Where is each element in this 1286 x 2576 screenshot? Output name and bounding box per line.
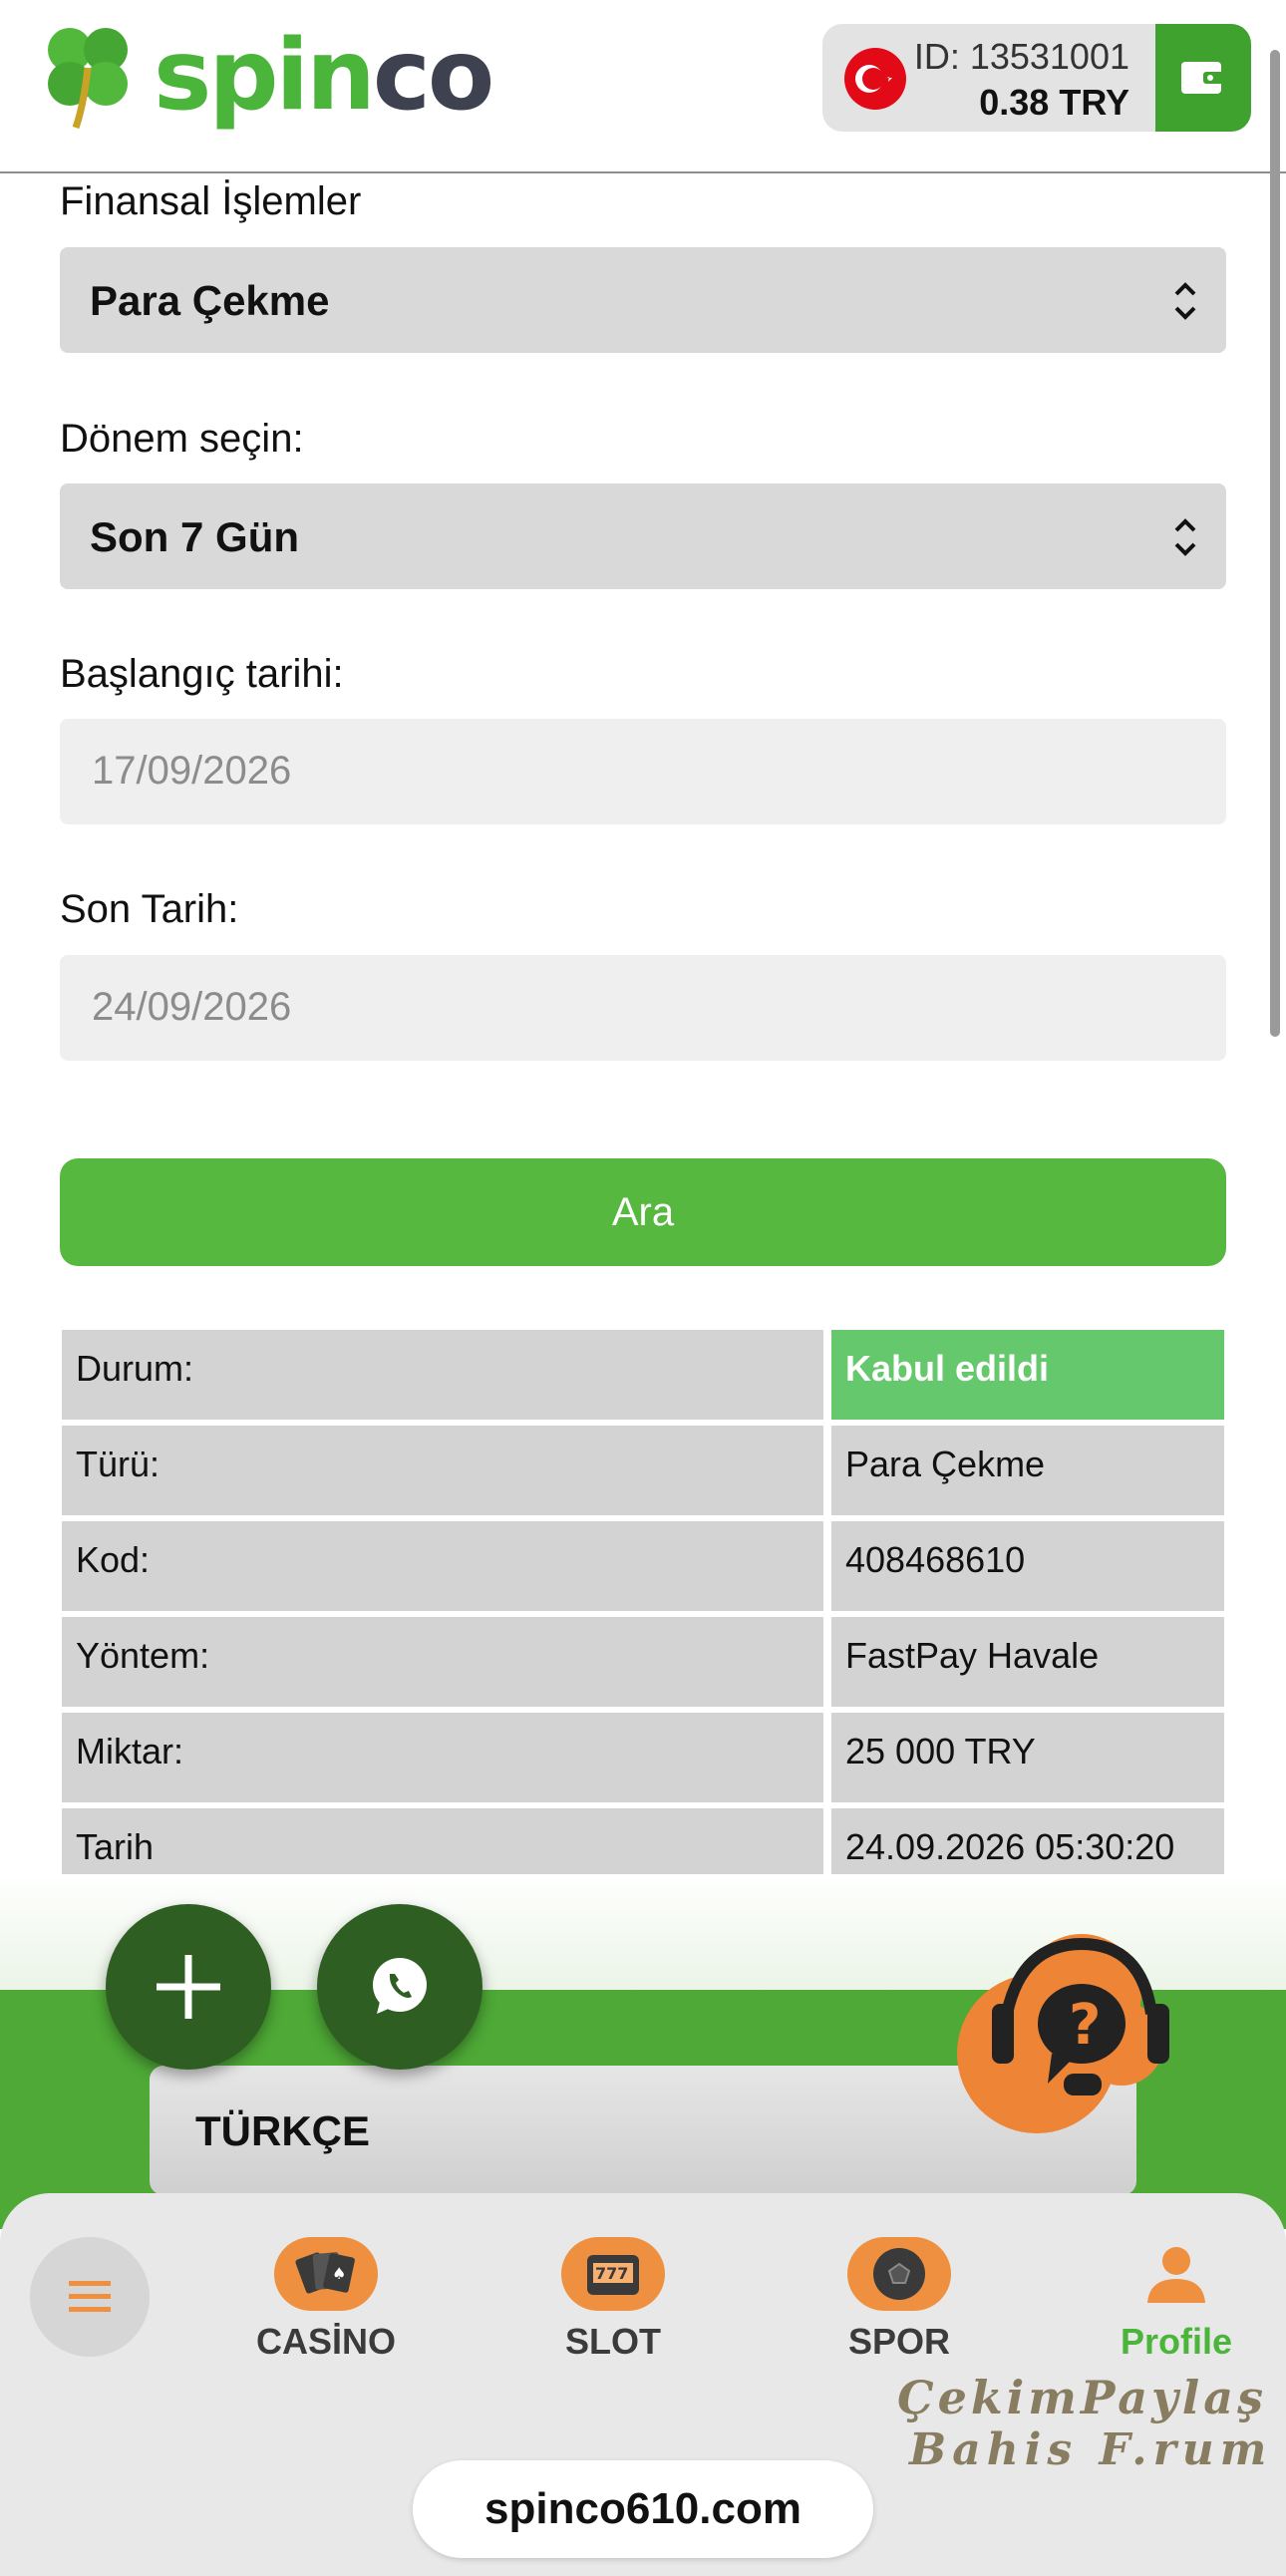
method-value: FastPay Havale <box>831 1617 1224 1707</box>
scrollbar[interactable] <box>1270 50 1280 1037</box>
status-label: Durum: <box>62 1330 823 1420</box>
cards-icon: ♠ <box>274 2237 378 2311</box>
url-bar[interactable]: spinco610.com <box>413 2460 873 2558</box>
watermark: ÇekimPaylaş Bahis F.rum <box>897 2371 1273 2475</box>
financial-ops-value: Para Çekme <box>90 277 330 324</box>
svg-text:777: 777 <box>595 2264 628 2283</box>
amount-value: 25 000 TRY <box>831 1713 1224 1802</box>
soccer-ball-icon <box>847 2237 951 2311</box>
user-id: ID: 13531001 <box>913 36 1129 77</box>
period-select[interactable]: Son 7 Gün <box>60 483 1226 589</box>
user-icon <box>1125 2237 1228 2311</box>
code-value: 408468610 <box>831 1521 1224 1611</box>
whatsapp-icon <box>373 1958 427 2014</box>
end-date-label: Son Tarih: <box>60 887 239 931</box>
end-date-field[interactable]: 24/09/2026 <box>60 955 1226 1061</box>
type-value: Para Çekme <box>831 1426 1224 1515</box>
period-label: Dönem seçin: <box>60 417 304 461</box>
status-badge: Kabul edildi <box>831 1330 1224 1420</box>
search-button[interactable]: Ara <box>60 1158 1226 1266</box>
svg-text:?: ? <box>1069 1993 1101 2058</box>
add-button[interactable] <box>106 1904 271 2070</box>
table-row: Durum: Kabul edildi <box>62 1330 1224 1426</box>
chevron-updown-icon <box>1174 518 1196 556</box>
chevron-updown-icon <box>1174 282 1196 320</box>
plus-icon <box>157 1955 220 2019</box>
whatsapp-button[interactable] <box>317 1904 482 2070</box>
wallet-button[interactable] <box>1155 24 1251 132</box>
balance-amount: 0.38 TRY <box>979 82 1129 123</box>
nav-label-profile: Profile <box>1120 2321 1233 2362</box>
menu-button[interactable] <box>30 2237 150 2357</box>
wallet-icon <box>1181 62 1225 94</box>
start-date-field[interactable]: 17/09/2026 <box>60 719 1226 824</box>
table-row: Miktar: 25 000 TRY <box>62 1713 1224 1808</box>
svg-text:♠: ♠ <box>332 2264 346 2283</box>
header: spinco ID: 13531001 0.38 TRY <box>0 0 1286 173</box>
nav-item-casino[interactable]: ♠ CASİNO <box>226 2237 426 2363</box>
type-label: Türü: <box>62 1426 823 1515</box>
amount-label: Miktar: <box>62 1713 823 1802</box>
turkey-flag-icon <box>844 48 906 110</box>
hamburger-icon <box>69 2281 111 2312</box>
nav-item-slot[interactable]: 777 SLOT <box>513 2237 713 2363</box>
table-row: Türü: Para Çekme <box>62 1426 1224 1521</box>
table-row: Yöntem: FastPay Havale <box>62 1617 1224 1713</box>
start-date-value: 17/09/2026 <box>92 749 292 793</box>
start-date-label: Başlangıç tarihi: <box>60 652 344 696</box>
nav-label-slot: SLOT <box>565 2321 661 2362</box>
financial-ops-select[interactable]: Para Çekme <box>60 247 1226 353</box>
period-value: Son 7 Gün <box>90 513 299 560</box>
financial-ops-label: Finansal İşlemler <box>60 179 362 223</box>
nav-item-profile[interactable]: Profile <box>1077 2237 1276 2363</box>
transaction-table: Durum: Kabul edildi Türü: Para Çekme Kod… <box>62 1330 1224 1904</box>
support-help-icon[interactable]: ? <box>952 1924 1181 2143</box>
spinco-logo[interactable]: spinco <box>36 19 494 133</box>
logo-text: spinco <box>154 19 494 133</box>
nav-label-casino: CASİNO <box>255 2321 396 2362</box>
slot-machine-icon: 777 <box>561 2237 665 2311</box>
nav-item-sport[interactable]: SPOR <box>800 2237 999 2363</box>
table-row: Kod: 408468610 <box>62 1521 1224 1617</box>
end-date-value: 24/09/2026 <box>92 985 292 1029</box>
code-label: Kod: <box>62 1521 823 1611</box>
nav-label-sport: SPOR <box>847 2321 951 2362</box>
account-balance[interactable]: ID: 13531001 0.38 TRY <box>822 24 1251 132</box>
method-label: Yöntem: <box>62 1617 823 1707</box>
language-value: TÜRKÇE <box>195 2107 370 2154</box>
clover-icon <box>48 28 128 130</box>
